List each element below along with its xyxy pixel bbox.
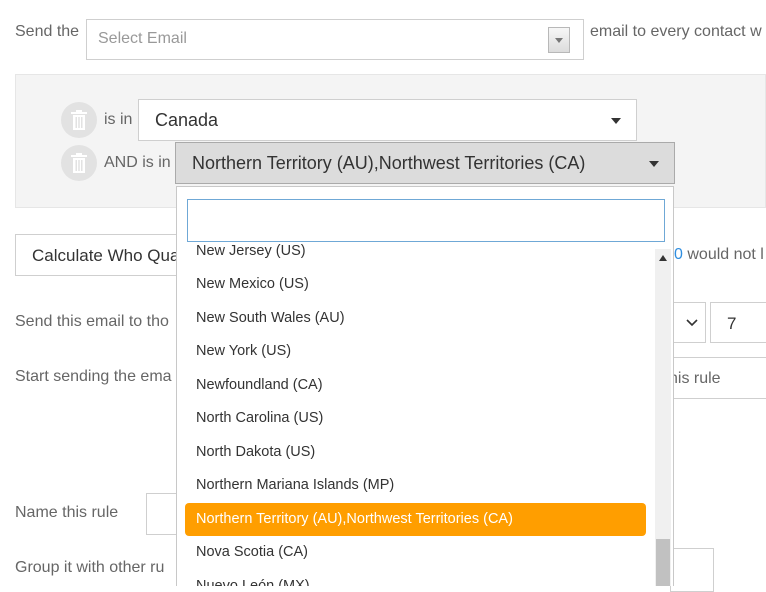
- email-suffix-label: email to every contact w: [590, 23, 762, 40]
- calculate-button-label: Calculate Who Qua: [32, 246, 180, 265]
- name-rule-label: Name this rule: [15, 504, 119, 521]
- dropdown-option[interactable]: New York (US): [185, 335, 646, 368]
- email-select[interactable]: Select Email: [86, 19, 584, 60]
- dropdown-option[interactable]: New Mexico (US): [185, 268, 646, 301]
- chevron-down-icon[interactable]: [548, 27, 570, 53]
- send-to-label: Send this email to tho: [15, 313, 169, 330]
- dropdown-scrollbar[interactable]: [655, 249, 671, 586]
- delete-condition-2-button[interactable]: [61, 145, 97, 181]
- country-select-value: Canada: [155, 110, 219, 130]
- region-dropdown-list: New Jersey (US) New Mexico (US) New Sout…: [176, 186, 674, 586]
- dropdown-option[interactable]: North Dakota (US): [185, 436, 646, 469]
- scroll-up-arrow-icon[interactable]: [659, 255, 667, 261]
- result-text: would not l: [687, 246, 764, 263]
- dropdown-option[interactable]: New South Wales (AU): [185, 302, 646, 335]
- dropdown-option[interactable]: Nuevo León (MX): [185, 570, 646, 586]
- trash-icon: [71, 110, 87, 130]
- dropdown-option[interactable]: New Jersey (US): [185, 235, 646, 268]
- caret-down-icon: [649, 161, 659, 167]
- days-input-value: 7: [727, 314, 737, 333]
- start-sending-select-text: his rule: [669, 370, 721, 387]
- delete-condition-1-button[interactable]: [61, 102, 97, 138]
- days-input[interactable]: 7: [710, 302, 766, 343]
- condition-2-label: AND is in: [104, 154, 171, 171]
- trash-icon: [71, 153, 87, 173]
- dropdown-option[interactable]: North Carolina (US): [185, 402, 646, 435]
- condition-1-label: is in: [104, 111, 133, 128]
- dropdown-option-selected[interactable]: Northern Territory (AU),Northwest Territ…: [185, 503, 646, 536]
- group-rule-label: Group it with other ru: [15, 559, 165, 576]
- calculate-button[interactable]: Calculate Who Qua: [15, 234, 185, 276]
- dropdown-option[interactable]: Nova Scotia (CA): [185, 536, 646, 569]
- send-the-label: Send the: [15, 23, 80, 40]
- start-sending-label: Start sending the ema: [15, 368, 172, 385]
- start-sending-select[interactable]: his rule: [660, 357, 766, 399]
- group-rule-input[interactable]: [670, 548, 714, 592]
- dropdown-option[interactable]: Northern Mariana Islands (MP): [185, 469, 646, 502]
- calculate-result: 0 would not l: [674, 246, 764, 264]
- region-select-value: Northern Territory (AU),Northwest Territ…: [192, 153, 586, 173]
- chevron-down-icon: [686, 319, 698, 327]
- result-count-link[interactable]: 0: [674, 246, 683, 263]
- dropdown-scrollbar-thumb[interactable]: [656, 539, 670, 586]
- dropdown-option[interactable]: Newfoundland (CA): [185, 369, 646, 402]
- email-select-placeholder: Select Email: [98, 30, 187, 47]
- caret-down-icon: [611, 118, 621, 124]
- country-select[interactable]: Canada: [138, 99, 637, 141]
- region-select[interactable]: Northern Territory (AU),Northwest Territ…: [175, 142, 675, 184]
